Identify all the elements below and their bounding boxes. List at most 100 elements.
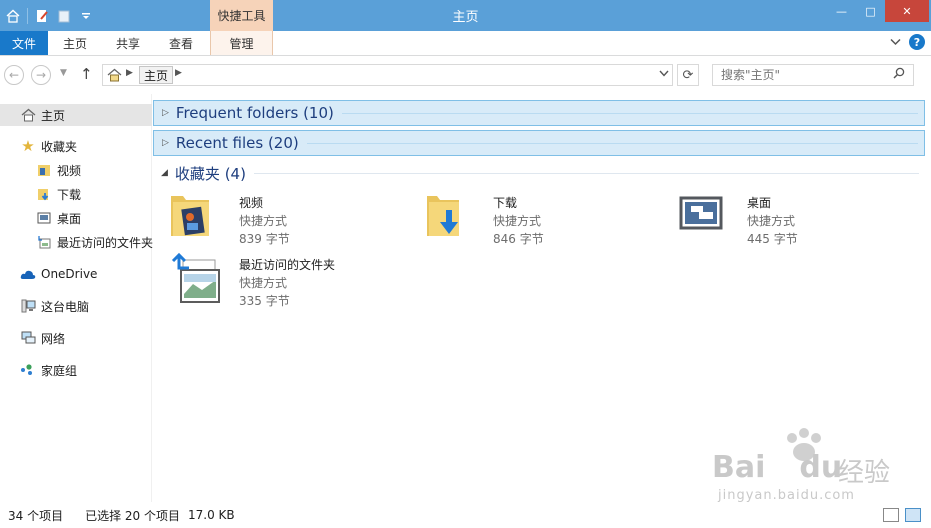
tab-view[interactable]: 查看 — [158, 31, 204, 55]
close-button[interactable]: ✕ — [885, 0, 929, 22]
chevron-down-icon[interactable] — [659, 67, 669, 80]
view-switcher — [877, 508, 921, 522]
item-size: 839 字节 — [239, 232, 290, 246]
content-pane: ▷ Frequent folders (10) ▷ Recent files (… — [153, 94, 931, 502]
sidebar-item-label: 家庭组 — [41, 363, 78, 378]
selection-count: 已选择 20 个项目 — [85, 508, 180, 523]
cloud-icon — [20, 266, 36, 282]
navigation-pane: 主页 ★ 收藏夹 视频 下载 桌面 最近访问的文件夹 OneDrive 这台电脑… — [0, 94, 153, 502]
home-icon — [20, 107, 36, 123]
search-icon[interactable] — [893, 67, 905, 82]
item-size: 846 字节 — [493, 232, 544, 246]
arrow-left-icon: ← — [8, 68, 20, 82]
sidebar-item-label: 主页 — [41, 108, 66, 123]
status-bar: 34 个项目 已选择 20 个项目 17.0 KB — [0, 502, 931, 528]
favorite-item-downloads[interactable]: 下载 快捷方式 846 字节 — [423, 190, 673, 248]
homegroup-icon — [20, 362, 36, 378]
properties-icon[interactable] — [34, 8, 50, 24]
item-name: 桌面 — [747, 196, 772, 210]
download-folder-icon — [423, 190, 485, 248]
tab-share[interactable]: 共享 — [105, 31, 151, 55]
selection-size: 17.0 KB — [188, 508, 235, 522]
new-folder-icon[interactable] — [56, 8, 72, 24]
arrow-right-icon: → — [35, 68, 47, 82]
ribbon-controls: ? — [890, 34, 925, 50]
sidebar-item-label: 收藏夹 — [41, 139, 78, 154]
window-controls: — □ ✕ — [827, 0, 929, 22]
minimize-button[interactable]: — — [827, 0, 856, 22]
item-type: 快捷方式 — [239, 214, 288, 228]
download-folder-icon — [36, 186, 52, 202]
search-input[interactable] — [712, 64, 914, 86]
sidebar-item-favorites[interactable]: ★ 收藏夹 — [0, 135, 77, 157]
desktop-icon — [36, 210, 52, 226]
sidebar-item-label: 下载 — [57, 187, 82, 202]
sidebar-item-desktop[interactable]: 桌面 — [0, 207, 81, 229]
home-icon[interactable] — [5, 8, 21, 24]
item-size: 335 字节 — [239, 294, 290, 308]
item-name: 下载 — [493, 196, 518, 210]
group-divider — [306, 142, 918, 144]
sidebar-item-label: 最近访问的文件夹 — [57, 235, 154, 250]
group-divider — [341, 112, 918, 114]
tab-home[interactable]: 主页 — [52, 31, 98, 55]
group-label: Frequent folders (10) — [175, 104, 334, 122]
star-icon: ★ — [21, 137, 35, 155]
item-count: 34 个项目 — [8, 508, 64, 523]
group-frequent-folders[interactable]: ▷ Frequent folders (10) — [153, 100, 925, 126]
context-tab-header: 快捷工具 — [210, 0, 273, 31]
toolbar-divider — [27, 7, 28, 24]
sidebar-item-homegroup[interactable]: 家庭组 — [0, 359, 77, 381]
address-bar[interactable]: ▶ 主页 ▶ — [102, 64, 673, 86]
favorite-item-videos[interactable]: 视频 快捷方式 839 字节 — [169, 190, 419, 248]
sidebar-item-onedrive[interactable]: OneDrive — [0, 263, 97, 285]
sidebar-item-network[interactable]: 网络 — [0, 327, 65, 349]
desktop-icon — [677, 190, 739, 248]
customize-toolbar-icon[interactable] — [78, 8, 94, 24]
sidebar-item-this-pc[interactable]: 这台电脑 — [0, 295, 89, 317]
chevron-down-icon[interactable] — [890, 35, 901, 49]
sidebar-item-label: 这台电脑 — [41, 299, 90, 314]
quick-access-toolbar — [0, 0, 97, 31]
favorite-item-recent-folders[interactable]: 最近访问的文件夹 快捷方式 335 字节 — [169, 252, 419, 310]
item-type: 快捷方式 — [747, 214, 796, 228]
recent-folder-icon — [36, 234, 52, 250]
back-button[interactable]: ← — [4, 65, 24, 85]
chevron-right-icon[interactable]: ▶ — [175, 68, 182, 78]
item-name: 最近访问的文件夹 — [239, 258, 336, 272]
network-icon — [20, 330, 36, 346]
group-favorites[interactable]: ◢ 收藏夹 (4) — [153, 160, 925, 186]
maximize-button[interactable]: □ — [856, 0, 885, 22]
refresh-button[interactable]: ⟳ — [677, 64, 699, 86]
recent-locations-icon[interactable]: ▼ — [60, 68, 67, 78]
recent-folder-icon — [169, 252, 231, 310]
breadcrumb[interactable]: 主页 — [139, 66, 174, 84]
group-recent-files[interactable]: ▷ Recent files (20) — [153, 130, 925, 156]
tab-manage[interactable]: 管理 — [210, 31, 273, 55]
sidebar-item-label: OneDrive — [41, 267, 98, 281]
ribbon-tabs: 文件 主页 共享 查看 管理 ? — [0, 31, 931, 56]
group-label: 收藏夹 (4) — [174, 164, 246, 183]
computer-icon — [20, 298, 36, 314]
sidebar-item-label: 桌面 — [57, 211, 82, 226]
chevron-right-icon[interactable]: ▶ — [126, 68, 133, 78]
sidebar-item-label: 视频 — [57, 163, 82, 178]
item-type: 快捷方式 — [239, 276, 288, 290]
tiles-view-icon[interactable] — [905, 508, 921, 522]
sidebar-item-videos[interactable]: 视频 — [0, 159, 81, 181]
up-arrow-icon[interactable]: ↑ — [80, 65, 93, 83]
help-button[interactable]: ? — [909, 34, 925, 50]
details-view-icon[interactable] — [883, 508, 899, 522]
favorite-item-desktop[interactable]: 桌面 快捷方式 445 字节 — [677, 190, 927, 248]
sidebar-item-home[interactable]: 主页 — [0, 104, 152, 126]
item-size: 445 字节 — [747, 232, 798, 246]
forward-button[interactable]: → — [31, 65, 51, 85]
sidebar-item-downloads[interactable]: 下载 — [0, 183, 81, 205]
refresh-icon: ⟳ — [682, 67, 694, 83]
tab-file[interactable]: 文件 — [0, 31, 48, 55]
title-bar: 快捷工具 主页 — □ ✕ — [0, 0, 931, 31]
window-title: 主页 — [452, 10, 479, 25]
chevron-down-icon: ◢ — [161, 168, 168, 178]
sidebar-item-recent[interactable]: 最近访问的文件夹 — [0, 231, 153, 253]
video-folder-icon — [169, 190, 231, 248]
